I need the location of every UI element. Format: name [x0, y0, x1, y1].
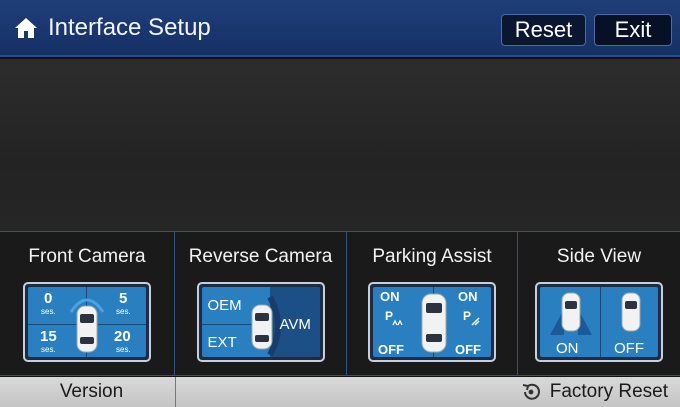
reverse-avm-label: AVM: [279, 316, 311, 333]
front-camera-label: Front Camera: [28, 246, 146, 267]
reset-button[interactable]: Reset: [501, 14, 586, 46]
parking-sensor-icon: P: [463, 309, 480, 326]
front-camera-tile-inner: 0 ses. 5 ses. 15 ses. 20 ses.: [28, 287, 146, 357]
front-camera-panel: Front Camera 0 ses. 5 ses. 15 ses. 20 se…: [0, 232, 175, 375]
side-view-label: Side View: [556, 246, 642, 267]
car-top-icon: [69, 298, 105, 353]
parking-sensor-icon: P: [385, 309, 403, 326]
factory-reset-button[interactable]: Factory Reset: [520, 377, 668, 407]
parking-assist-tile-inner: ON ON P P OFF OFF: [373, 287, 491, 357]
reverse-oem-label: OEM: [207, 297, 242, 314]
front-cam-time-bl: 15: [40, 328, 57, 345]
front-camera-tile[interactable]: 0 ses. 5 ses. 15 ses. 20 ses.: [23, 282, 151, 362]
settings-panel-row: Front Camera 0 ses. 5 ses. 15 ses. 20 se…: [0, 231, 680, 376]
parking-assist-panel: Parking Assist ON ON P P OFF OFF: [347, 232, 518, 375]
parking-on-left: ON: [380, 289, 400, 304]
side-view-off-label[interactable]: OFF: [614, 341, 644, 356]
front-cam-unit-tr: ses.: [116, 307, 131, 316]
reverse-ext-label: EXT: [207, 334, 237, 351]
parking-assist-tile[interactable]: ON ON P P OFF OFF: [368, 282, 496, 362]
reverse-camera-panel: Reverse Camera OEM EXT AVM: [175, 232, 347, 375]
car-top-icon: [251, 295, 281, 357]
home-icon[interactable]: [14, 17, 38, 39]
title-bar: Interface Setup Reset Exit: [0, 0, 680, 57]
version-tab[interactable]: Version: [8, 377, 176, 407]
front-cam-unit-bl: ses.: [41, 345, 56, 354]
page-title: Interface Setup: [48, 13, 211, 41]
front-cam-time-br: 20: [114, 328, 131, 345]
camera-preview-area: [0, 59, 680, 231]
front-cam-time-tr: 5: [119, 290, 128, 307]
footer-bar: Version Factory Reset: [0, 377, 680, 407]
svg-text:P: P: [463, 309, 471, 323]
car-side-view-off-icon: [621, 292, 641, 332]
parking-off-left: OFF: [378, 342, 404, 357]
car-top-icon: [421, 293, 447, 353]
front-cam-time-tl: 0: [44, 290, 53, 307]
reverse-camera-tile[interactable]: OEM EXT AVM: [196, 282, 325, 362]
side-view-tile[interactable]: ON OFF: [535, 282, 663, 362]
reverse-camera-label: Reverse Camera: [188, 246, 333, 267]
parking-assist-label: Parking Assist: [372, 246, 492, 267]
factory-reset-label: Factory Reset: [549, 381, 668, 402]
parking-off-right: OFF: [455, 342, 481, 357]
parking-on-right: ON: [458, 289, 478, 304]
side-view-tile-inner: ON OFF: [540, 287, 658, 357]
reverse-camera-tile-inner: OEM EXT AVM: [201, 287, 320, 357]
front-cam-unit-br: ses.: [116, 345, 131, 354]
svg-text:P: P: [385, 309, 393, 323]
car-side-view-on-icon: [550, 292, 592, 335]
side-view-on-label[interactable]: ON: [556, 341, 579, 356]
exit-button[interactable]: Exit: [594, 14, 672, 46]
restore-icon: [522, 383, 540, 400]
side-view-panel: Side View ON OFF: [518, 232, 680, 375]
version-label: Version: [59, 381, 124, 402]
front-cam-unit-tl: ses.: [41, 307, 56, 316]
